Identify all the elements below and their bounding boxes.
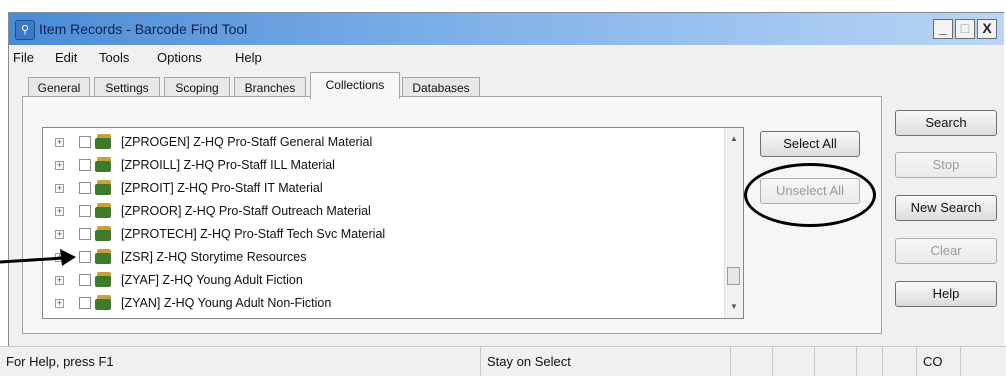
status-cell-empty	[730, 347, 772, 376]
list-item[interactable]: + [ZSR] Z-HQ Storytime Resources	[43, 247, 723, 269]
tab-scoping[interactable]: Scoping	[164, 77, 230, 98]
maximize-button[interactable]: □	[955, 19, 975, 39]
help-button[interactable]: Help	[895, 281, 997, 307]
collection-label: [ZYAF] Z-HQ Young Adult Fiction	[121, 273, 303, 287]
status-cell-empty	[856, 347, 882, 376]
menu-edit[interactable]: Edit	[55, 50, 77, 65]
scroll-up-icon[interactable]: ▲	[725, 130, 743, 148]
list-item[interactable]: + [ZPROGEN] Z-HQ Pro-Staff General Mater…	[43, 132, 723, 154]
collection-checkbox[interactable]	[79, 297, 91, 309]
collection-checkbox[interactable]	[79, 205, 91, 217]
collection-label: [ZSR] Z-HQ Storytime Resources	[121, 250, 307, 264]
status-mode: Stay on Select	[480, 347, 730, 376]
folder-icon	[95, 157, 113, 172]
menu-file[interactable]: File	[13, 50, 34, 65]
select-all-button[interactable]: Select All	[760, 131, 860, 157]
collection-label: [ZPROOR] Z-HQ Pro-Staff Outreach Materia…	[121, 204, 371, 218]
pointer-arrow-icon	[0, 249, 76, 266]
collection-checkbox[interactable]	[79, 251, 91, 263]
list-item[interactable]: + [ZPROOR] Z-HQ Pro-Staff Outreach Mater…	[43, 201, 723, 223]
collection-label: [ZPROTECH] Z-HQ Pro-Staff Tech Svc Mater…	[121, 227, 386, 241]
menu-help[interactable]: Help	[235, 50, 262, 65]
title-bar[interactable]: ⚲ Item Records - Barcode Find Tool _ □ X	[9, 13, 1004, 45]
folder-icon	[95, 249, 113, 264]
search-button[interactable]: Search	[895, 110, 997, 136]
scroll-down-icon[interactable]: ▼	[725, 298, 743, 316]
tab-databases[interactable]: Databases	[402, 77, 480, 98]
collection-label: [ZPROILL] Z-HQ Pro-Staff ILL Material	[121, 158, 335, 172]
list-item[interactable]: + [ZPROIT] Z-HQ Pro-Staff IT Material	[43, 178, 723, 200]
menu-bar: File Edit Tools Options Help	[9, 47, 1004, 69]
folder-icon	[95, 134, 113, 149]
expand-icon[interactable]: +	[55, 184, 64, 193]
status-cell-empty	[960, 347, 1006, 376]
status-cell-empty	[772, 347, 814, 376]
collection-label: [ZPROIT] Z-HQ Pro-Staff IT Material	[121, 181, 323, 195]
highlight-oval	[744, 163, 876, 227]
clear-button[interactable]: Clear	[895, 238, 997, 264]
tab-general[interactable]: General	[28, 77, 90, 98]
collection-checkbox[interactable]	[79, 136, 91, 148]
folder-icon	[95, 226, 113, 241]
window-title: Item Records - Barcode Find Tool	[39, 21, 248, 37]
collection-label: [ZPROGEN] Z-HQ Pro-Staff General Materia…	[121, 135, 373, 149]
expand-icon[interactable]: +	[55, 138, 64, 147]
scroll-thumb[interactable]	[727, 267, 740, 285]
list-item[interactable]: + [ZPROTECH] Z-HQ Pro-Staff Tech Svc Mat…	[43, 224, 723, 246]
status-cell-empty	[882, 347, 916, 376]
status-help-text: For Help, press F1	[6, 354, 114, 369]
collection-checkbox[interactable]	[79, 274, 91, 286]
expand-icon[interactable]: +	[55, 299, 64, 308]
collection-checkbox[interactable]	[79, 228, 91, 240]
list-item[interactable]: + [ZYAN] Z-HQ Young Adult Non-Fiction	[43, 293, 723, 315]
collections-tree[interactable]: + [ZPROGEN] Z-HQ Pro-Staff General Mater…	[42, 127, 744, 319]
close-button[interactable]: X	[977, 19, 997, 39]
status-bar: For Help, press F1 Stay on Select CO	[0, 346, 1006, 376]
list-item[interactable]: + [ZYAF] Z-HQ Young Adult Fiction	[43, 270, 723, 292]
folder-icon	[95, 295, 113, 310]
tab-branches[interactable]: Branches	[234, 77, 306, 98]
expand-icon[interactable]: +	[55, 230, 64, 239]
collection-checkbox[interactable]	[79, 182, 91, 194]
collection-label: [ZYAN] Z-HQ Young Adult Non-Fiction	[121, 296, 332, 310]
status-indicator: CO	[916, 347, 960, 376]
tab-collections[interactable]: Collections	[310, 72, 400, 99]
menu-tools[interactable]: Tools	[99, 50, 129, 65]
expand-icon[interactable]: +	[55, 161, 64, 170]
minimize-button[interactable]: _	[933, 19, 953, 39]
collection-checkbox[interactable]	[79, 159, 91, 171]
status-cell-empty	[814, 347, 856, 376]
stop-button[interactable]: Stop	[895, 152, 997, 178]
expand-icon[interactable]: +	[55, 276, 64, 285]
tree-scrollbar[interactable]: ▲ ▼	[724, 128, 743, 318]
app-icon: ⚲	[15, 20, 35, 40]
list-item[interactable]: + [ZPROILL] Z-HQ Pro-Staff ILL Material	[43, 155, 723, 177]
tab-settings[interactable]: Settings	[94, 77, 160, 98]
new-search-button[interactable]: New Search	[895, 195, 997, 221]
folder-icon	[95, 180, 113, 195]
menu-options[interactable]: Options	[157, 50, 202, 65]
folder-icon	[95, 203, 113, 218]
folder-icon	[95, 272, 113, 287]
expand-icon[interactable]: +	[55, 207, 64, 216]
